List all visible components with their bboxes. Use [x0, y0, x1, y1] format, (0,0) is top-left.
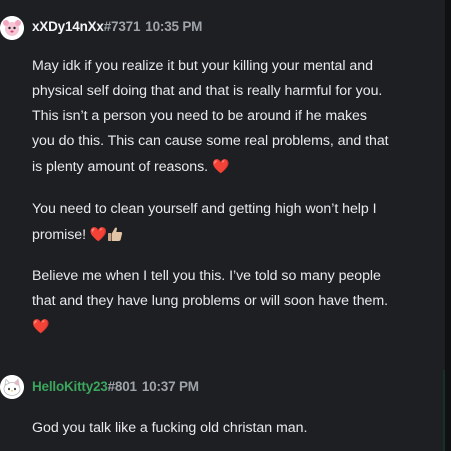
message-paragraph: Believe me when I tell you this. I’ve to…	[32, 264, 392, 340]
username[interactable]: HelloKitty23	[32, 379, 108, 394]
red-heart-icon: ❤️	[89, 226, 108, 242]
message-paragraph: God you talk like a fucking old christan…	[32, 416, 392, 441]
user-avatar[interactable]	[0, 16, 24, 40]
red-heart-icon: ❤️	[211, 158, 230, 174]
message-paragraph: May idk if you realize it but your killi…	[32, 54, 392, 180]
chat-viewport: xXDy14nXx#7371 10:35 PM May idk if you re…	[0, 0, 451, 451]
message-header: HelloKitty23#801 10:37 PM	[32, 377, 199, 397]
message-paragraph: You need to clean yourself and getting h…	[32, 197, 392, 251]
timestamp[interactable]: 10:37 PM	[142, 379, 199, 394]
user-avatar[interactable]	[0, 375, 24, 399]
scrollbar-track[interactable]	[445, 0, 451, 451]
username[interactable]: xXDy14nXx	[32, 19, 104, 34]
message-header: xXDy14nXx#7371 10:35 PM	[32, 17, 202, 37]
timestamp[interactable]: 10:35 PM	[145, 19, 202, 34]
message-text: Believe me when I tell you this. I’ve to…	[32, 268, 389, 309]
discriminator: #7371	[103, 19, 141, 34]
discriminator: #801	[107, 379, 137, 394]
message-text: You need to clean yourself and getting h…	[32, 201, 377, 243]
red-heart-icon: ❤️	[32, 318, 50, 334]
thumbs-up-icon	[107, 226, 123, 251]
message-text: God you talk like a fucking old christan…	[32, 420, 308, 436]
message-text: May idk if you realize it but your killi…	[32, 58, 389, 175]
pink-cartoon-avatar-icon	[0, 16, 24, 40]
hello-kitty-avatar-icon	[0, 375, 24, 399]
